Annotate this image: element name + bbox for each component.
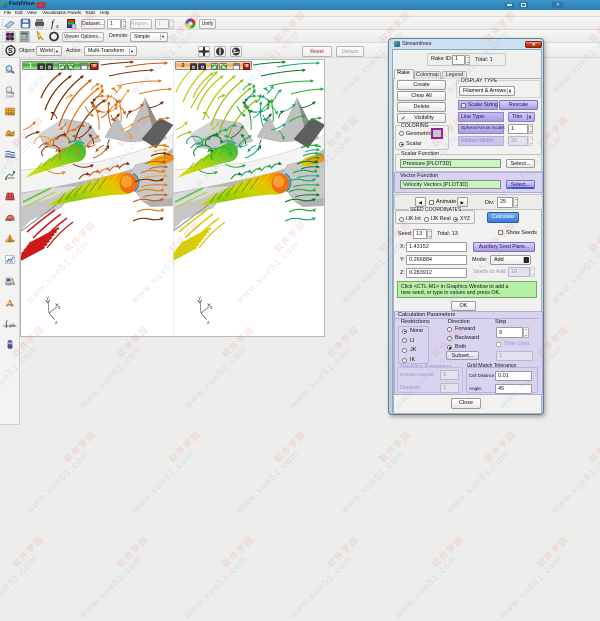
svg-text:y: y (198, 296, 201, 302)
svg-text:z: z (55, 320, 58, 326)
svg-text:y: y (46, 296, 49, 302)
svg-text:z: z (207, 320, 210, 326)
svg-text:S: S (8, 48, 13, 55)
svg-text:x: x (210, 305, 213, 311)
svg-text:x: x (58, 305, 61, 311)
svg-text:f: f (51, 19, 55, 29)
svg-text:x: x (55, 24, 59, 29)
